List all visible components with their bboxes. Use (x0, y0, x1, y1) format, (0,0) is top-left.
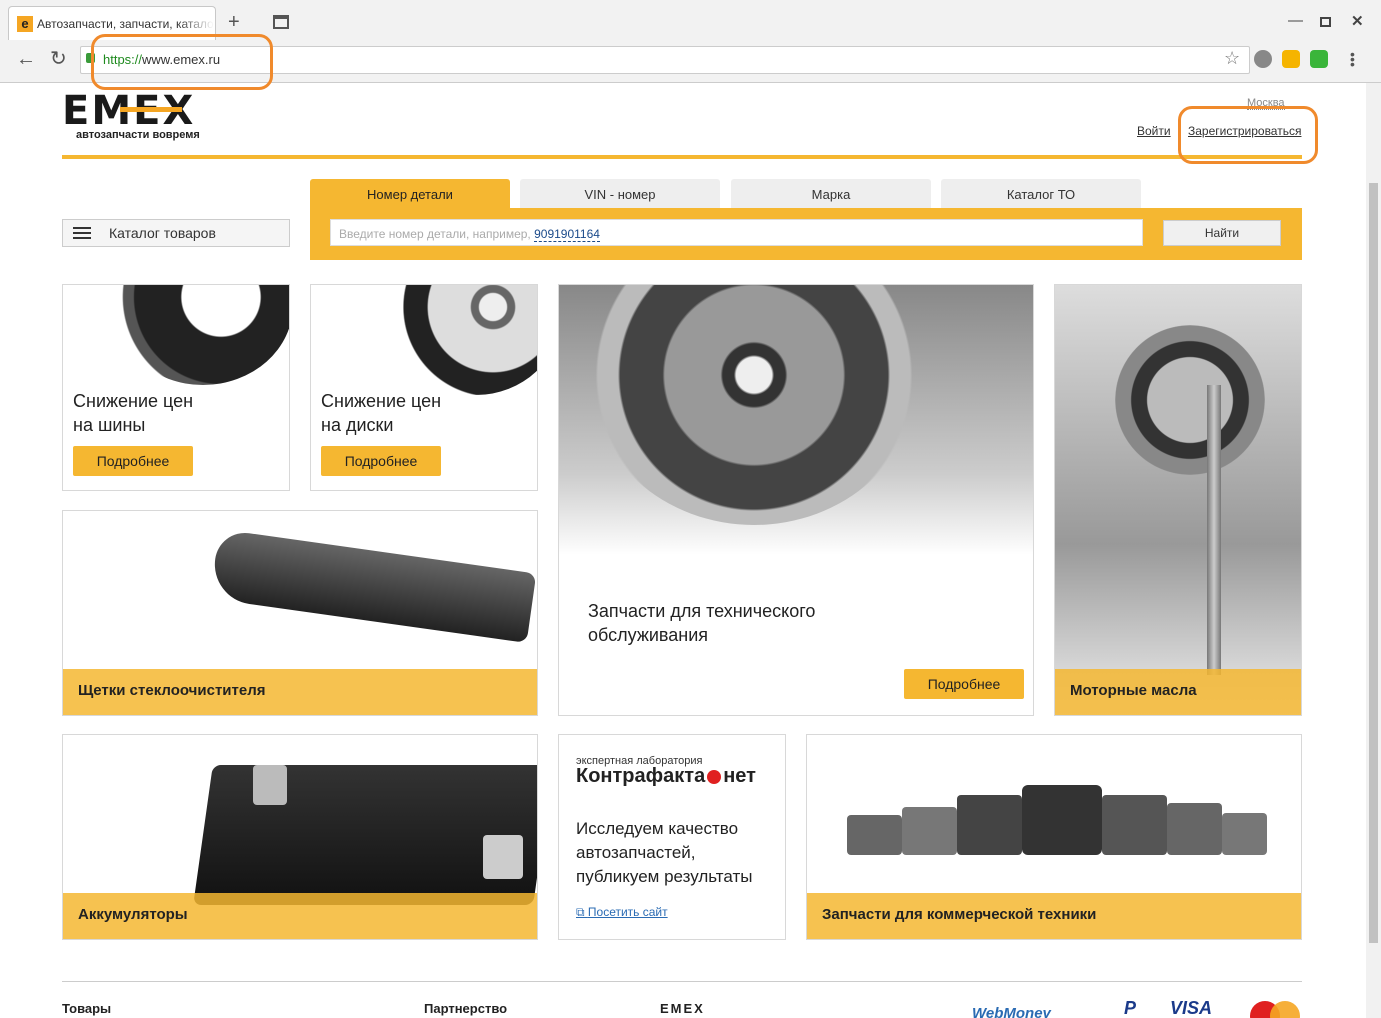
mastercard-logo[interactable] (1250, 1001, 1300, 1018)
card-title: Снижение цен на диски (321, 391, 442, 435)
visit-site-link[interactable]: ⧉ Посетить сайт (576, 905, 668, 920)
tab-vin[interactable]: VIN - номер (520, 179, 720, 209)
card-maintenance[interactable]: Запчасти для технического обслуживания По… (558, 284, 1034, 716)
batteries-band: Аккумуляторы (63, 893, 537, 939)
minimize-icon[interactable]: — (1288, 12, 1303, 29)
search-input[interactable]: Введите номер детали, например, 90919011… (330, 219, 1143, 246)
card-oil[interactable]: Моторные масла (1054, 284, 1302, 716)
counterfeit-logo: Контрафакта нет (576, 765, 756, 787)
bookmark-star-icon[interactable]: ☆ (1224, 48, 1240, 69)
footer-divider (62, 981, 1302, 982)
tire-image (113, 285, 289, 385)
menu-icon[interactable]: • • • (1350, 47, 1355, 71)
oil-image (1055, 285, 1301, 715)
catalog-button-label: Каталог товаров (109, 225, 216, 241)
tab-title: Автозапчасти, запчасти, катало (37, 16, 214, 31)
tires-more-button[interactable]: Подробнее (73, 446, 193, 476)
emex-logo[interactable]: EMEX автозапчасти вовремя (62, 91, 200, 141)
commercial-band: Запчасти для коммерческой техники (807, 893, 1301, 939)
maintenance-more-button[interactable]: Подробнее (904, 669, 1024, 699)
external-link-icon: ⧉ (576, 905, 588, 919)
search-placeholder: Введите номер детали, например, (339, 227, 531, 241)
catalog-button[interactable]: Каталог товаров (62, 219, 290, 247)
no-entry-icon (707, 769, 722, 784)
card-wipers[interactable]: Щетки стеклоочистителя (62, 510, 538, 716)
search-tabs: Номер детали VIN - номер Марка Каталог Т… (310, 179, 1302, 209)
logo-stripe (120, 107, 182, 112)
url-highlight (91, 34, 273, 90)
new-tab-icon[interactable]: + (228, 12, 240, 32)
webmoney-logo[interactable]: WebMoney (972, 1005, 1051, 1018)
footer-goods: Товары (62, 1001, 112, 1016)
logo-tagline: автозапчасти вовремя (76, 129, 200, 141)
card-title: Снижение цен на шины (73, 391, 194, 435)
visa-logo[interactable]: VISA (1170, 998, 1212, 1018)
page: EMEX автозапчасти вовремя Москва Войти З… (0, 83, 1381, 1018)
tab-brand[interactable]: Марка (731, 179, 931, 209)
paypal-logo[interactable]: P (1124, 998, 1136, 1018)
card-counterfeit[interactable]: экспертная лаборатория Контрафакта нет Ис… (558, 734, 786, 940)
card-rims[interactable]: Снижение цен на диски Подробнее (310, 284, 538, 491)
register-highlight (1178, 106, 1318, 164)
search-button[interactable]: Найти (1163, 220, 1281, 246)
footer-emex: EMEX (660, 1001, 705, 1016)
tab-maintenance-catalog[interactable]: Каталог ТО (941, 179, 1141, 209)
wipers-band: Щетки стеклоочистителя (63, 669, 537, 715)
tab-part-number[interactable]: Номер детали (310, 179, 510, 209)
extension-icon[interactable] (1254, 50, 1272, 68)
card-title: Запчасти для технического обслуживания (588, 601, 816, 645)
scrollbar[interactable] (1366, 83, 1381, 1018)
reload-icon[interactable]: ↻ (50, 48, 67, 70)
list-extension-icon[interactable] (1310, 50, 1328, 68)
card-batteries[interactable]: Аккумуляторы (62, 734, 538, 940)
close-icon[interactable]: ✕ (1351, 12, 1364, 30)
rims-more-button[interactable]: Подробнее (321, 446, 441, 476)
scroll-thumb[interactable] (1369, 183, 1378, 943)
clutch-image (559, 285, 1033, 555)
wiper-image (209, 529, 537, 643)
oil-band: Моторные масла (1055, 669, 1301, 715)
trucks-image (847, 785, 1267, 865)
hamburger-icon (73, 227, 91, 239)
header-divider (62, 155, 1302, 159)
tab-strip-icon[interactable] (273, 15, 289, 29)
counterfeit-text: Исследуем качество автозапчастей, публикуе… (576, 819, 753, 886)
rim-image (391, 285, 537, 395)
card-commercial[interactable]: Запчасти для коммерческой техники (806, 734, 1302, 940)
chat-extension-icon[interactable] (1282, 50, 1300, 68)
back-icon[interactable]: ← (16, 48, 36, 70)
footer-partnership: Партнерство (424, 1001, 508, 1016)
emex-favicon-icon: e (17, 15, 33, 32)
search-panel: Введите номер детали, например, 90919011… (310, 208, 1302, 260)
search-example[interactable]: 9091901164 (534, 227, 600, 242)
maximize-icon[interactable] (1320, 17, 1331, 27)
card-tires[interactable]: Снижение цен на шины Подробнее (62, 284, 290, 491)
login-link[interactable]: Войти (1137, 124, 1171, 138)
